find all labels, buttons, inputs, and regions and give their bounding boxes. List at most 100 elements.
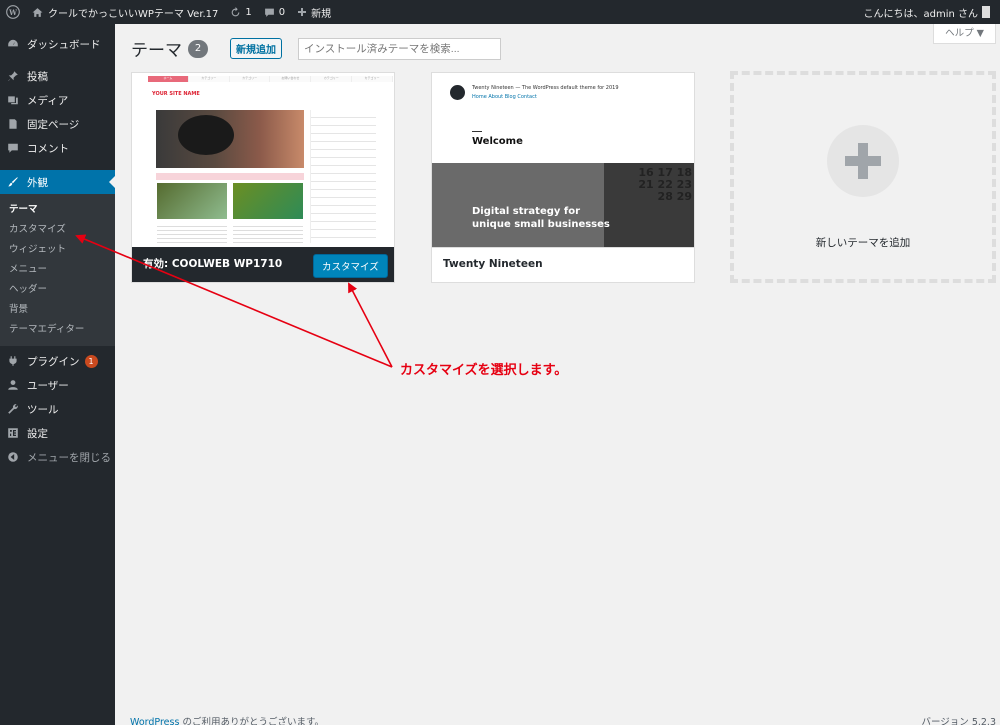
screenshot-rule <box>472 131 482 132</box>
screenshot-card-image <box>157 183 227 219</box>
footer-thanks: WordPress のご利用ありがとうございます。 <box>130 714 324 725</box>
updates-link[interactable]: 1 <box>224 0 257 24</box>
site-name: クールでかっこいいWPテーマ Ver.17 <box>48 8 219 20</box>
screenshot-nav: Home About Blog Contact <box>472 94 537 100</box>
page-header: テーマ 2 新規追加 <box>131 36 501 61</box>
footer-version: バージョン 5.2.3 <box>921 717 996 725</box>
comments-count: 0 <box>278 6 286 18</box>
media-icon <box>8 96 18 105</box>
submenu-menus[interactable]: メニュー <box>0 260 115 280</box>
admin-sidebar: ダッシュボード 投稿 メディア 固定ページ コメント 外観 テーマ カスタマイズ… <box>0 24 115 725</box>
screenshot-calendar-digits: 16 17 18 21 22 23 28 29 <box>638 166 692 203</box>
screenshot-calendar-image: 16 17 18 21 22 23 28 29 <box>604 163 694 248</box>
menu-appearance[interactable]: 外観 <box>0 170 115 194</box>
my-account[interactable]: こんにちは、admin さん <box>863 5 1000 20</box>
theme-count-badge: 2 <box>188 39 208 58</box>
admin-bar: W クールでかっこいいWPテーマ Ver.17 1 0 新規 こんにちは、adm… <box>0 0 1000 24</box>
submenu-themes[interactable]: テーマ <box>0 200 115 220</box>
theme-search-input[interactable] <box>298 37 501 60</box>
main-content: ヘルプ ▼ テーマ 2 新規追加 ホーム カテゴリー カテゴリー お問い合わせ … <box>115 24 1000 725</box>
submenu-customize[interactable]: カスタマイズ <box>0 220 115 240</box>
screenshot-tagline: Digital strategy for unique small busine… <box>472 205 610 231</box>
menu-label: プラグイン <box>27 355 80 368</box>
menu-collapse[interactable]: メニューを閉じる <box>0 445 115 469</box>
add-new-theme-card[interactable]: 新しいテーマを追加 <box>730 71 996 283</box>
screenshot-hero-band: 16 17 18 21 22 23 28 29 Digital strategy… <box>432 163 694 248</box>
screenshot-section-bar <box>156 173 304 180</box>
screenshot-card-image <box>233 183 303 219</box>
dashboard-icon <box>8 39 18 47</box>
new-content-link[interactable]: 新規 <box>291 0 337 24</box>
menu-pages[interactable]: 固定ページ <box>0 112 115 136</box>
tagline-line: unique small businesses <box>472 219 610 230</box>
greeting: こんにちは、admin さん <box>863 8 978 20</box>
wrench-icon <box>8 404 18 414</box>
menu-label: ダッシュボード <box>27 38 101 51</box>
submenu-theme-editor[interactable]: テーマエディター <box>0 320 115 340</box>
screenshot-nav-item: カテゴリー <box>188 76 230 82</box>
screenshot-text-lines <box>233 223 303 243</box>
appearance-submenu: テーマ カスタマイズ ウィジェット メニュー ヘッダー 背景 テーマエディター <box>0 194 115 346</box>
submenu-widgets[interactable]: ウィジェット <box>0 240 115 260</box>
screenshot-site-title: Twenty Nineteen — The WordPress default … <box>472 85 619 91</box>
screenshot-logo-icon <box>450 85 465 100</box>
screenshot-nav-item: お問い合わせ <box>270 76 312 82</box>
updates-count: 1 <box>245 6 252 18</box>
theme-card-active[interactable]: ホーム カテゴリー カテゴリー お問い合わせ カテゴリー カテゴリー YOUR … <box>131 72 395 283</box>
screenshot-nav-item: カテゴリー <box>311 76 353 82</box>
menu-label: 外観 <box>27 176 48 189</box>
wordpress-link[interactable]: WordPress <box>130 717 179 725</box>
menu-dashboard[interactable]: ダッシュボード <box>0 32 115 56</box>
help-button[interactable]: ヘルプ ▼ <box>933 24 996 44</box>
screenshot-logo: YOUR SITE NAME <box>152 91 200 97</box>
theme-actions-bar: 有効: COOLWEB WP1710 カスタマイズ <box>132 247 394 282</box>
pin-icon <box>8 71 18 81</box>
submenu-header[interactable]: ヘッダー <box>0 280 115 300</box>
avatar <box>982 6 990 18</box>
screenshot-sidebar <box>310 110 376 243</box>
comments-link[interactable]: 0 <box>258 0 291 24</box>
tagline-line: Digital strategy for <box>472 206 581 217</box>
wordpress-logo-icon[interactable]: W <box>0 0 26 24</box>
new-label: 新規 <box>311 8 332 20</box>
plugin-update-badge: 1 <box>84 354 98 368</box>
add-new-theme-label: 新しいテーマを追加 <box>815 237 911 249</box>
add-new-button[interactable]: 新規追加 <box>230 38 282 59</box>
screenshot-nav-item: ホーム <box>148 76 189 82</box>
page-title: テーマ <box>131 41 182 61</box>
menu-label: メディア <box>27 94 69 107</box>
theme-name: Twenty Nineteen <box>443 258 543 270</box>
screenshot-welcome: Welcome <box>472 136 523 147</box>
collapse-icon <box>8 452 18 462</box>
site-name-link[interactable]: クールでかっこいいWPテーマ Ver.17 <box>26 0 224 24</box>
menu-label: 固定ページ <box>27 118 80 131</box>
user-icon <box>8 380 18 390</box>
menu-posts[interactable]: 投稿 <box>0 64 115 88</box>
theme-card-twenty-nineteen[interactable]: Twenty Nineteen — The WordPress default … <box>431 72 695 283</box>
menu-label: メニューを閉じる <box>27 451 111 464</box>
submenu-background[interactable]: 背景 <box>0 300 115 320</box>
theme-name-bar: Twenty Nineteen <box>432 247 694 282</box>
screenshot-nav-item: カテゴリー <box>352 76 393 82</box>
screenshot-hero-image <box>156 110 304 168</box>
menu-label: 設定 <box>27 427 48 440</box>
theme-screenshot[interactable]: ホーム カテゴリー カテゴリー お問い合わせ カテゴリー カテゴリー YOUR … <box>132 73 394 248</box>
menu-label: コメント <box>27 142 69 155</box>
brush-icon <box>8 177 18 187</box>
customize-button[interactable]: カスタマイズ <box>313 254 388 278</box>
menu-plugins[interactable]: プラグイン 1 <box>0 349 115 373</box>
home-icon <box>32 7 43 17</box>
active-theme-label: 有効: COOLWEB WP1710 <box>143 258 283 270</box>
refresh-icon <box>232 6 240 16</box>
menu-tools[interactable]: ツール <box>0 397 115 421</box>
menu-media[interactable]: メディア <box>0 88 115 112</box>
menu-users[interactable]: ユーザー <box>0 373 115 397</box>
annotation-callout: カスタマイズを選択します。 <box>400 363 568 378</box>
menu-settings[interactable]: 設定 <box>0 421 115 445</box>
plus-icon <box>298 8 307 16</box>
comment-icon <box>8 143 18 153</box>
menu-comments[interactable]: コメント <box>0 136 115 160</box>
svg-text:W: W <box>8 8 17 17</box>
screenshot-nav: ホーム カテゴリー カテゴリー お問い合わせ カテゴリー カテゴリー <box>148 76 393 82</box>
theme-screenshot[interactable]: Twenty Nineteen — The WordPress default … <box>432 73 694 248</box>
